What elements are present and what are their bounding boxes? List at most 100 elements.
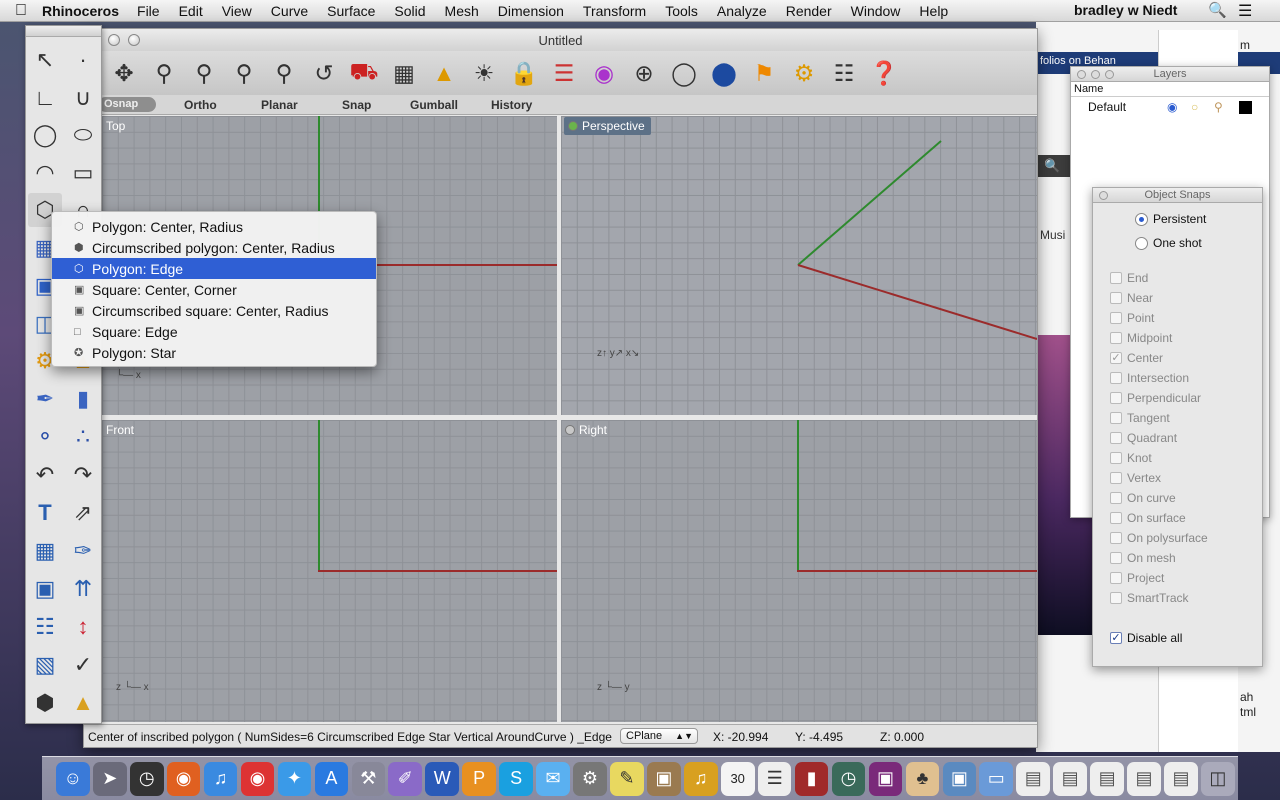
menu-surface[interactable]: Surface	[327, 3, 375, 19]
palette-title-bar[interactable]	[26, 26, 101, 37]
flyout-item-circumscribed-square[interactable]: ▣ Circumscribed square: Center, Radius	[52, 300, 376, 321]
render-box-icon[interactable]: ⬢	[28, 686, 62, 720]
layer-color-swatch[interactable]	[1239, 101, 1252, 114]
safari-icon[interactable]: ✦	[277, 761, 312, 796]
snap-end[interactable]: End	[1110, 271, 1148, 285]
menu-dimension[interactable]: Dimension	[498, 3, 564, 19]
menu-analyze[interactable]: Analyze	[717, 3, 767, 19]
launchpad-icon[interactable]: ➤	[92, 761, 127, 796]
gear-options-icon[interactable]: ⚙	[784, 55, 824, 91]
extrude-icon[interactable]: ⇈	[66, 572, 100, 606]
zoom-extents-icon[interactable]: ⚲	[224, 55, 264, 91]
snap-knot[interactable]: Knot	[1110, 451, 1152, 465]
viewport-right-label[interactable]: Right	[565, 423, 607, 437]
shaded-sphere-icon[interactable]: ⬤	[704, 55, 744, 91]
solid-edit-icon[interactable]: ▣	[28, 572, 62, 606]
light-icon[interactable]: ☀	[464, 55, 504, 91]
rectangle-icon[interactable]: ▭	[66, 156, 100, 190]
ortho-toggle[interactable]: Ortho	[184, 98, 217, 112]
wireframe-sphere-icon[interactable]: ⊕	[624, 55, 664, 91]
dimension-icon[interactable]: ↕	[66, 610, 100, 644]
viewport-front-label[interactable]: Front	[106, 423, 134, 437]
snap-center[interactable]: ✓ Center	[1110, 351, 1163, 365]
flyout-item-square-edge[interactable]: □ Square: Edge	[52, 321, 376, 342]
snap-perpendicular[interactable]: Perpendicular	[1110, 391, 1201, 405]
layers-name-column-header[interactable]: Name	[1071, 82, 1269, 97]
snap-project[interactable]: Project	[1110, 571, 1164, 585]
panel-close-button[interactable]	[1077, 70, 1086, 79]
disable-all-checkbox[interactable]: ✓ Disable all	[1110, 631, 1182, 645]
chrome-icon[interactable]: ◉	[240, 761, 275, 796]
scale-icon[interactable]: ⇗	[66, 496, 100, 530]
layer-icon[interactable]: ☰	[544, 55, 584, 91]
layers-panel-title-bar[interactable]: Layers	[1071, 67, 1269, 82]
flyout-item-square-center-corner[interactable]: ▣ Square: Center, Corner	[52, 279, 376, 300]
firefox-icon[interactable]: ◉	[166, 761, 201, 796]
menu-tools[interactable]: Tools	[665, 3, 698, 19]
color-wheel-icon[interactable]: ◉	[584, 55, 624, 91]
dashboard-icon[interactable]: ◷	[129, 761, 164, 796]
circle-icon[interactable]: ◯	[28, 118, 62, 152]
layer-row-default[interactable]: Default ◉ ○ ⚲	[1071, 97, 1269, 117]
menu-help[interactable]: Help	[919, 3, 948, 19]
document-5-icon[interactable]: ▤	[1164, 761, 1198, 796]
system-preferences-icon[interactable]: ⚙	[573, 761, 607, 796]
notification-list-icon[interactable]: ☰	[1238, 1, 1252, 21]
app-menu[interactable]: Rhinoceros	[42, 3, 119, 19]
document-icon[interactable]: ▤	[1016, 761, 1051, 796]
book-icon[interactable]: ▮	[794, 761, 829, 796]
cplane-select[interactable]: CPlane ▲▼	[620, 728, 698, 744]
flyout-item-polygon-center-radius[interactable]: ⬡ Polygon: Center, Radius	[52, 216, 376, 237]
snap-on-curve[interactable]: On curve	[1110, 491, 1176, 505]
finder-icon[interactable]: ☺	[56, 761, 90, 796]
viewport-right[interactable]: Right z └— y	[561, 420, 1037, 722]
reminders-icon[interactable]: ☰	[757, 761, 792, 796]
menu-mesh[interactable]: Mesh	[445, 3, 479, 19]
snap-on-mesh[interactable]: On mesh	[1110, 551, 1176, 565]
snap-on-polysurface[interactable]: On polysurface	[1110, 531, 1208, 545]
chamfer-icon[interactable]: ↷	[66, 458, 100, 492]
lock-icon[interactable]: 🔒	[504, 55, 544, 91]
flyout-item-polygon-star[interactable]: ✪ Polygon: Star	[52, 342, 376, 363]
time-machine-icon[interactable]: ◷	[831, 761, 866, 796]
menu-render[interactable]: Render	[786, 3, 832, 19]
history-toggle[interactable]: History	[491, 98, 532, 112]
undo-view-icon[interactable]: ↺	[304, 55, 344, 91]
menu-view[interactable]: View	[222, 3, 252, 19]
menu-curve[interactable]: Curve	[271, 3, 308, 19]
boolean-icon[interactable]: ⚬	[28, 420, 62, 454]
photo-booth-icon[interactable]: ▣	[868, 761, 903, 796]
panel-minimize-button[interactable]	[1091, 70, 1100, 79]
zoom-window-icon[interactable]: ⚲	[184, 55, 224, 91]
split-icon[interactable]: ▮	[66, 382, 100, 416]
flyout-item-polygon-edge[interactable]: ⬡ Polygon: Edge	[52, 258, 376, 279]
spotlight-search-icon[interactable]: 🔍	[1208, 1, 1227, 19]
art-app-icon[interactable]: ✐	[388, 761, 423, 796]
text-icon[interactable]: T	[28, 496, 62, 530]
gumball-icon[interactable]: ▲	[424, 55, 464, 91]
one-shot-radio[interactable]: One shot	[1135, 236, 1202, 250]
snap-quadrant[interactable]: Quadrant	[1110, 431, 1177, 445]
arc-icon[interactable]: ◠	[28, 156, 62, 190]
snap-point[interactable]: Point	[1110, 311, 1154, 325]
app-store-icon[interactable]: A	[314, 761, 349, 796]
analyze-icon[interactable]: ▧	[28, 648, 62, 682]
edit-points-icon[interactable]: ✑	[66, 534, 100, 568]
planar-toggle[interactable]: Planar	[261, 98, 298, 112]
current-layer-icon[interactable]: ◉	[1167, 97, 1177, 117]
osnap-toggle[interactable]: Osnap	[98, 97, 156, 112]
folder-icon[interactable]: ▭	[979, 761, 1014, 796]
document-4-icon[interactable]: ▤	[1127, 761, 1161, 796]
car-named-views-icon[interactable]: ⛟	[344, 55, 384, 91]
window-title-bar[interactable]: Untitled	[84, 29, 1037, 51]
snap-near[interactable]: Near	[1110, 291, 1153, 305]
zoom-selected-icon[interactable]: ⚲	[264, 55, 304, 91]
array-icon[interactable]: ▦	[28, 534, 62, 568]
photos-icon[interactable]: ♣	[905, 761, 940, 796]
messages-icon[interactable]: ✉	[536, 761, 570, 796]
viewport-perspective[interactable]: Perspective z↑ y↗ x↘	[561, 116, 1037, 415]
snap-grid-icon[interactable]: ☷	[824, 55, 864, 91]
document-3-icon[interactable]: ▤	[1090, 761, 1124, 796]
menu-solid[interactable]: Solid	[394, 3, 425, 19]
osnap-panel-title-bar[interactable]: Object Snaps	[1093, 188, 1262, 203]
